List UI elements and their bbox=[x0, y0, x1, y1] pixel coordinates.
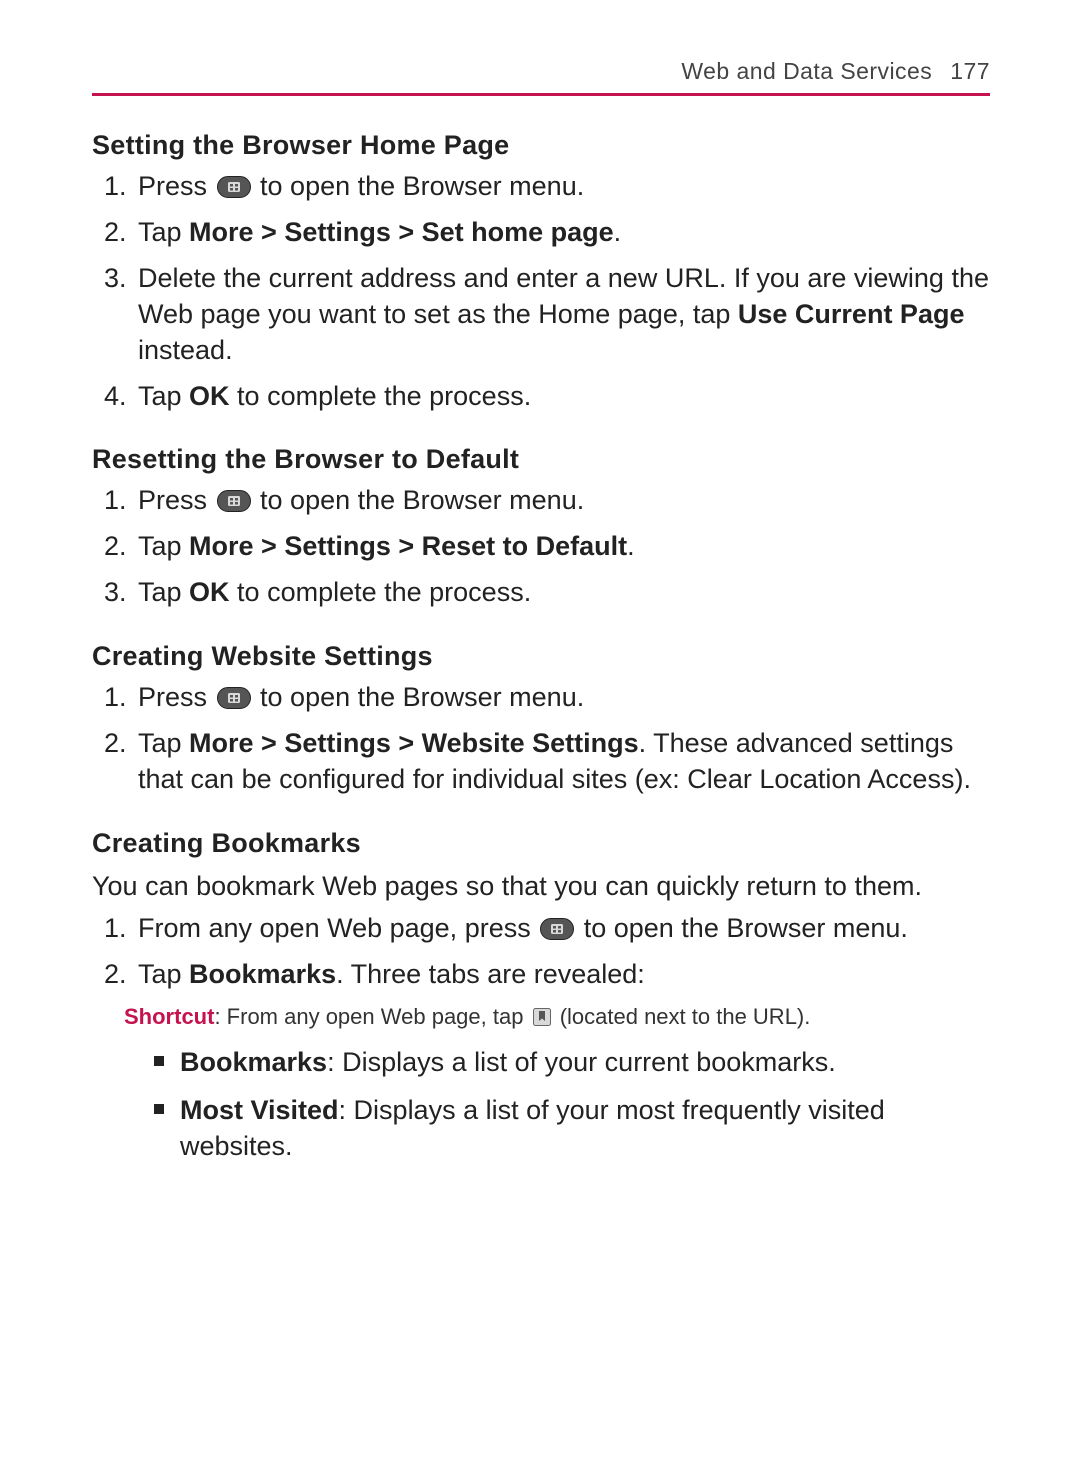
steps-1: Press to open the Browser menu. Tap More… bbox=[92, 169, 990, 414]
shortcut-note: Shortcut: From any open Web page, tap (l… bbox=[124, 1003, 990, 1032]
section-title-2: Resetting the Browser to Default bbox=[92, 444, 990, 475]
note-label: Shortcut bbox=[124, 1004, 214, 1029]
step: Tap More > Settings > Reset to Default. bbox=[134, 529, 990, 565]
menu-path: OK bbox=[189, 381, 230, 411]
bookmark-icon bbox=[533, 1008, 551, 1026]
menu-button-icon bbox=[217, 490, 251, 512]
step: Tap Bookmarks. Three tabs are revealed: bbox=[134, 957, 990, 993]
menu-button-icon bbox=[217, 176, 251, 198]
menu-path: More > Settings > Reset to Default bbox=[189, 531, 627, 561]
steps-2: Press to open the Browser menu. Tap More… bbox=[92, 483, 990, 611]
step: Tap OK to complete the process. bbox=[134, 575, 990, 611]
header-page-number: 177 bbox=[950, 58, 990, 85]
section-title-4: Creating Bookmarks bbox=[92, 828, 990, 859]
step: Press to open the Browser menu. bbox=[134, 680, 990, 716]
manual-page: Web and Data Services 177 Setting the Br… bbox=[0, 0, 1080, 1237]
menu-path: More > Settings > Website Settings bbox=[189, 728, 639, 758]
section-intro: You can bookmark Web pages so that you c… bbox=[92, 869, 990, 905]
section-title-3: Creating Website Settings bbox=[92, 641, 990, 672]
step: Delete the current address and enter a n… bbox=[134, 261, 990, 369]
menu-path: More > Settings > Set home page bbox=[189, 217, 614, 247]
running-header: Web and Data Services 177 bbox=[92, 58, 990, 96]
menu-path: Bookmarks bbox=[189, 959, 336, 989]
header-section: Web and Data Services bbox=[681, 58, 932, 85]
list-item: Bookmarks: Displays a list of your curre… bbox=[154, 1045, 990, 1081]
steps-3: Press to open the Browser menu. Tap More… bbox=[92, 680, 990, 798]
list-item-term: Bookmarks bbox=[180, 1047, 327, 1077]
steps-4: From any open Web page, press to open th… bbox=[92, 911, 990, 993]
step: Tap OK to complete the process. bbox=[134, 379, 990, 415]
step: From any open Web page, press to open th… bbox=[134, 911, 990, 947]
menu-button-icon bbox=[217, 687, 251, 709]
step: Press to open the Browser menu. bbox=[134, 483, 990, 519]
step: Tap More > Settings > Set home page. bbox=[134, 215, 990, 251]
menu-path: Use Current Page bbox=[738, 299, 965, 329]
list-item-term: Most Visited bbox=[180, 1095, 339, 1125]
menu-path: OK bbox=[189, 577, 230, 607]
list-item: Most Visited: Displays a list of your mo… bbox=[154, 1093, 990, 1165]
step: Tap More > Settings > Website Settings. … bbox=[134, 726, 990, 798]
menu-button-icon bbox=[540, 918, 574, 940]
step: Press to open the Browser menu. bbox=[134, 169, 990, 205]
section-title-1: Setting the Browser Home Page bbox=[92, 130, 990, 161]
bookmark-tabs-list: Bookmarks: Displays a list of your curre… bbox=[92, 1045, 990, 1165]
